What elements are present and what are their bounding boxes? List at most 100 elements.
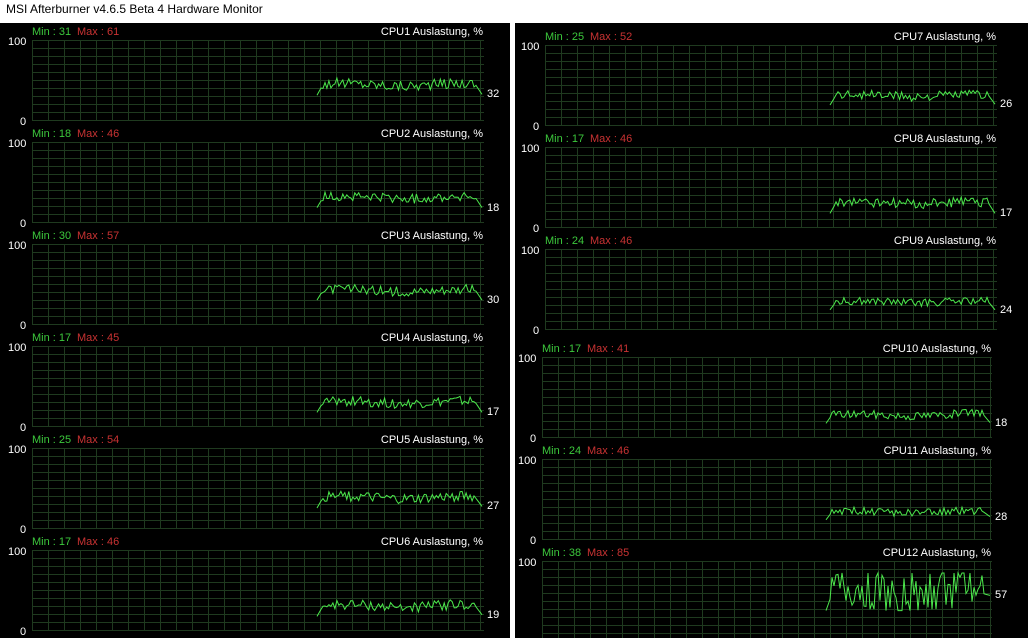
graph-title: CPU12 Auslastung, %: [882, 547, 991, 559]
axis-min-label: 0: [533, 325, 540, 336]
cpu-graph-plot: [32, 346, 484, 427]
current-value-label: 19: [487, 609, 500, 621]
current-value-label: 32: [487, 88, 500, 100]
axis-max-label: 100: [8, 138, 27, 150]
min-value-label: Min : 25: [545, 31, 585, 43]
current-value-label: 27: [487, 500, 500, 512]
axis-min-label: 0: [20, 524, 27, 533]
window-right-edge: [1028, 23, 1032, 638]
axis-min-label: 0: [20, 626, 27, 638]
cpu-usage-line: [825, 505, 991, 521]
min-value-label: Min : 17: [32, 536, 72, 548]
axis-max-label: 100: [518, 455, 537, 467]
axis-min-label: 0: [20, 218, 27, 227]
max-value-label: Max : 46: [77, 536, 120, 548]
graph-title: CPU8 Auslastung, %: [893, 133, 996, 145]
min-value-label: Min : 17: [542, 343, 582, 355]
graph-grid: [542, 357, 992, 438]
max-value-label: Max : 46: [590, 133, 633, 145]
axis-max-label: 100: [518, 557, 537, 569]
cpu-graph-plot: [32, 40, 484, 121]
current-value-label: 57: [995, 589, 1008, 601]
current-value-label: 18: [487, 202, 500, 214]
current-value-label: 18: [995, 417, 1008, 429]
max-value-label: Max : 57: [77, 230, 120, 242]
max-value-label: Max : 54: [77, 434, 120, 446]
graph-grid: [545, 249, 997, 330]
cpu-graph-panel[interactable]: Min : 17 Max : 46 CPU8 Auslastung, % 100 0 17: [515, 130, 1028, 232]
cpu-graph-panel[interactable]: Min : 17 Max : 46 CPU6 Auslastung, % 100 0 19: [0, 533, 510, 638]
cpu-graph-panel[interactable]: Min : 25 Max : 52 CPU7 Auslastung, % 100 0 26: [515, 23, 1028, 130]
min-value-label: Min : 17: [545, 133, 585, 145]
cpu-graph-panel[interactable]: Min : 18 Max : 46 CPU2 Auslastung, % 100 0 18: [0, 125, 510, 227]
cpu-graph-plot: [32, 550, 484, 631]
cpu-graph-plot: [545, 249, 997, 330]
axis-max-label: 100: [521, 41, 540, 53]
min-value-label: Min : 30: [32, 230, 72, 242]
axis-min-label: 0: [530, 535, 537, 544]
current-value-label: 17: [487, 406, 500, 418]
axis-min-label: 0: [533, 223, 540, 232]
cpu-graph-panel[interactable]: Min : 17 Max : 41 CPU10 Auslastung, % 100 0 1…: [515, 336, 1028, 442]
axis-max-label: 100: [8, 240, 27, 252]
max-value-label: Max : 46: [77, 128, 120, 140]
window-titlebar: MSI Afterburner v4.6.5 Beta 4 Hardware M…: [0, 0, 1032, 22]
graph-grid: [32, 142, 484, 223]
cpu-graph-plot: [542, 459, 992, 540]
graph-grid: [32, 550, 484, 631]
max-value-label: Max : 52: [590, 31, 633, 43]
axis-min-label: 0: [20, 116, 27, 125]
graph-title: CPU6 Auslastung, %: [380, 536, 483, 548]
cpu-usage-line: [829, 88, 996, 106]
cpu-usage-line: [829, 195, 996, 214]
graph-grid: [32, 244, 484, 325]
current-value-label: 24: [1000, 304, 1013, 316]
axis-max-label: 100: [8, 546, 27, 558]
max-value-label: Max : 41: [587, 343, 630, 355]
graph-title: CPU4 Auslastung, %: [380, 332, 483, 344]
graph-grid: [32, 40, 484, 121]
axis-max-label: 100: [8, 444, 27, 456]
max-value-label: Max : 85: [587, 547, 630, 559]
axis-min-label: 0: [20, 320, 27, 329]
window-title: MSI Afterburner v4.6.5 Beta 4 Hardware M…: [6, 2, 263, 16]
min-value-label: Min : 38: [542, 547, 582, 559]
graph-title: CPU11 Auslastung, %: [883, 445, 991, 457]
current-value-label: 26: [1000, 98, 1013, 110]
cpu-graph-panel[interactable]: Min : 30 Max : 57 CPU3 Auslastung, % 100 0 30: [0, 227, 510, 329]
cpu-usage-line: [316, 490, 483, 509]
axis-max-label: 100: [518, 353, 537, 365]
min-value-label: Min : 31: [32, 26, 72, 38]
cpu-graph-panel[interactable]: Min : 38Max : 85CPU12 Auslastung, %10005…: [515, 544, 1028, 638]
axis-max-label: 100: [521, 143, 540, 155]
cpu-graph-panel[interactable]: Min : 24 Max : 46 CPU11 Auslastung, % 100 0 2…: [515, 442, 1028, 544]
graph-grid: [32, 346, 484, 427]
graph-title: CPU2 Auslastung, %: [380, 128, 483, 140]
graph-title: CPU10 Auslastung, %: [882, 343, 991, 355]
cpu-usage-line: [316, 395, 483, 413]
cpu-graph-panel[interactable]: Min : 31 Max : 61 CPU1 Auslastung, % 100 0 32: [0, 23, 510, 125]
axis-max-label: 100: [8, 36, 27, 48]
min-value-label: Min : 25: [32, 434, 72, 446]
cpu-graph-panel[interactable]: Min : 17 Max : 45 CPU4 Auslastung, % 100 0 17: [0, 329, 510, 431]
cpu-graph-plot: [32, 142, 484, 223]
graph-title: CPU9 Auslastung, %: [893, 235, 996, 247]
cpu-usage-line: [316, 190, 483, 208]
axis-min-label: 0: [20, 422, 27, 431]
current-value-label: 17: [1000, 207, 1013, 219]
min-value-label: Min : 18: [32, 128, 72, 140]
cpu-graph-plot: [545, 147, 997, 228]
cpu-graph-plot: [32, 448, 484, 529]
cpu-graph-panel[interactable]: Min : 24 Max : 46 CPU9 Auslastung, % 100 0 24: [515, 232, 1028, 336]
max-value-label: Max : 46: [587, 445, 630, 457]
graph-grid: [545, 147, 997, 228]
graph-title: CPU5 Auslastung, %: [380, 434, 483, 446]
axis-max-label: 100: [8, 342, 27, 354]
graph-grid: [545, 45, 997, 126]
min-value-label: Min : 17: [32, 332, 72, 344]
cpu-graph-plot: [32, 244, 484, 325]
graph-title: CPU1 Auslastung, %: [380, 26, 483, 38]
cpu-usage-line: [316, 599, 483, 617]
cpu-graph-panel[interactable]: Min : 25 Max : 54 CPU5 Auslastung, % 100 0 27: [0, 431, 510, 533]
current-value-label: 30: [487, 294, 500, 306]
